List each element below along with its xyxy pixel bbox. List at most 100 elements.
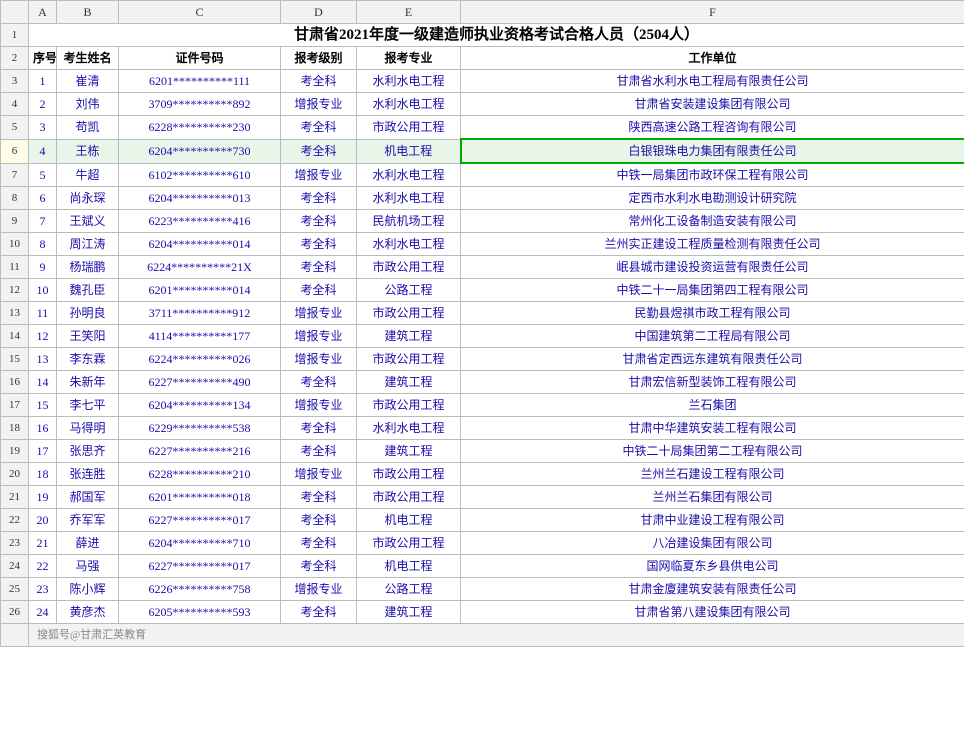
seq-num: 23 (29, 578, 57, 601)
col-company-header: 工作单位 (461, 47, 964, 70)
row-number: 25 (1, 578, 29, 601)
cert-number: 6227**********017 (119, 509, 281, 532)
exam-level: 考全科 (281, 279, 357, 302)
exam-major: 市政公用工程 (357, 348, 461, 371)
seq-num: 11 (29, 302, 57, 325)
row-number: 8 (1, 187, 29, 210)
seq-num: 19 (29, 486, 57, 509)
exam-major: 市政公用工程 (357, 532, 461, 555)
table-row: 119杨瑞鹏6224**********21X考全科市政公用工程岷县城市建设投资… (1, 256, 964, 279)
table-row: 42刘伟3709**********892增报专业水利水电工程甘肃省安装建设集团… (1, 93, 964, 116)
exam-level: 考全科 (281, 440, 357, 463)
cert-number: 6205**********593 (119, 601, 281, 624)
work-unit: 兰石集团 (461, 394, 964, 417)
table-row: 1210魏孔臣6201**********014考全科公路工程中铁二十一局集团第… (1, 279, 964, 302)
person-name: 马得明 (57, 417, 119, 440)
work-unit: 兰州实正建设工程质量检测有限责任公司 (461, 233, 964, 256)
seq-num: 12 (29, 325, 57, 348)
row-number: 10 (1, 233, 29, 256)
exam-level: 考全科 (281, 371, 357, 394)
person-name: 牛超 (57, 163, 119, 187)
work-unit: 甘肃金廈建筑安装有限责任公司 (461, 578, 964, 601)
person-name: 苟凯 (57, 116, 119, 140)
table-row: 108周江涛6204**********014考全科水利水电工程兰州实正建设工程… (1, 233, 964, 256)
exam-level: 考全科 (281, 210, 357, 233)
exam-major: 水利水电工程 (357, 187, 461, 210)
exam-major: 市政公用工程 (357, 394, 461, 417)
table-row: 1917张思齐6227**********216考全科建筑工程中铁二十局集团第二… (1, 440, 964, 463)
work-unit: 中铁一局集团市政环保工程有限公司 (461, 163, 964, 187)
seq-num: 18 (29, 463, 57, 486)
cert-number: 6227**********490 (119, 371, 281, 394)
exam-level: 增报专业 (281, 463, 357, 486)
spreadsheet: A B C D E F 1 甘肃省2021年度一级建造师执业资格考试合格人员（2… (0, 0, 964, 647)
cert-number: 6201**********014 (119, 279, 281, 302)
row-number: 3 (1, 70, 29, 93)
exam-level: 增报专业 (281, 163, 357, 187)
table-row: 2018张连胜6228**********210增报专业市政公用工程兰州兰石建设… (1, 463, 964, 486)
cert-number: 6224**********026 (119, 348, 281, 371)
exam-level: 增报专业 (281, 394, 357, 417)
table-row: 97王斌义6223**********416考全科民航机场工程常州化工设备制造安… (1, 210, 964, 233)
col-e-header: E (357, 1, 461, 24)
row-number: 18 (1, 417, 29, 440)
exam-major: 市政公用工程 (357, 256, 461, 279)
cert-number: 3711**********912 (119, 302, 281, 325)
col-f-header: F (461, 1, 964, 24)
work-unit: 常州化工设备制造安装有限公司 (461, 210, 964, 233)
row-number: 4 (1, 93, 29, 116)
col-d-header: D (281, 1, 357, 24)
row-number: 20 (1, 463, 29, 486)
person-name: 马强 (57, 555, 119, 578)
person-name: 李七平 (57, 394, 119, 417)
exam-level: 增报专业 (281, 325, 357, 348)
person-name: 张思齐 (57, 440, 119, 463)
work-unit: 甘肃省水利水电工程局有限责任公司 (461, 70, 964, 93)
cert-number: 6201**********018 (119, 486, 281, 509)
seq-num: 3 (29, 116, 57, 140)
work-unit: 甘肃省定西远东建筑有限责任公司 (461, 348, 964, 371)
row-number: 19 (1, 440, 29, 463)
title-row: 1 甘肃省2021年度一级建造师执业资格考试合格人员（2504人） (1, 24, 964, 47)
seq-num: 21 (29, 532, 57, 555)
exam-major: 公路工程 (357, 279, 461, 302)
work-unit: 甘肃省第八建设集团有限公司 (461, 601, 964, 624)
cert-number: 6204**********134 (119, 394, 281, 417)
person-name: 王栋 (57, 139, 119, 163)
exam-major: 市政公用工程 (357, 116, 461, 140)
person-name: 魏孔臣 (57, 279, 119, 302)
table-row: 53苟凯6228**********230考全科市政公用工程陕西高速公路工程咨询… (1, 116, 964, 140)
exam-major: 水利水电工程 (357, 93, 461, 116)
seq-num: 14 (29, 371, 57, 394)
table-row: 2119郝国军6201**********018考全科市政公用工程兰州兰石集团有… (1, 486, 964, 509)
table-row: 1311孙明良3711**********912增报专业市政公用工程民勤县煜祺市… (1, 302, 964, 325)
exam-level: 考全科 (281, 417, 357, 440)
exam-major: 建筑工程 (357, 601, 461, 624)
cert-number: 6228**********230 (119, 116, 281, 140)
cert-number: 6204**********710 (119, 532, 281, 555)
person-name: 薛进 (57, 532, 119, 555)
exam-level: 考全科 (281, 187, 357, 210)
seq-num: 2 (29, 93, 57, 116)
work-unit: 白银银珠电力集团有限责任公司 (461, 139, 964, 163)
col-a-header: A (29, 1, 57, 24)
cert-number: 6201**********111 (119, 70, 281, 93)
row-number: 17 (1, 394, 29, 417)
row-number: 14 (1, 325, 29, 348)
seq-num: 4 (29, 139, 57, 163)
seq-num: 6 (29, 187, 57, 210)
person-name: 郝国军 (57, 486, 119, 509)
corner-cell (1, 1, 29, 24)
person-name: 周江涛 (57, 233, 119, 256)
exam-level: 考全科 (281, 509, 357, 532)
row-number: 9 (1, 210, 29, 233)
work-unit: 定西市水利水电勘测设计研究院 (461, 187, 964, 210)
person-name: 孙明良 (57, 302, 119, 325)
table-row: 1715李七平6204**********134增报专业市政公用工程兰石集团 (1, 394, 964, 417)
exam-major: 建筑工程 (357, 440, 461, 463)
exam-major: 机电工程 (357, 555, 461, 578)
table-row: 1513李东霖6224**********026增报专业市政公用工程甘肃省定西远… (1, 348, 964, 371)
work-unit: 八冶建设集团有限公司 (461, 532, 964, 555)
work-unit: 甘肃中业建设工程有限公司 (461, 509, 964, 532)
exam-level: 考全科 (281, 116, 357, 140)
